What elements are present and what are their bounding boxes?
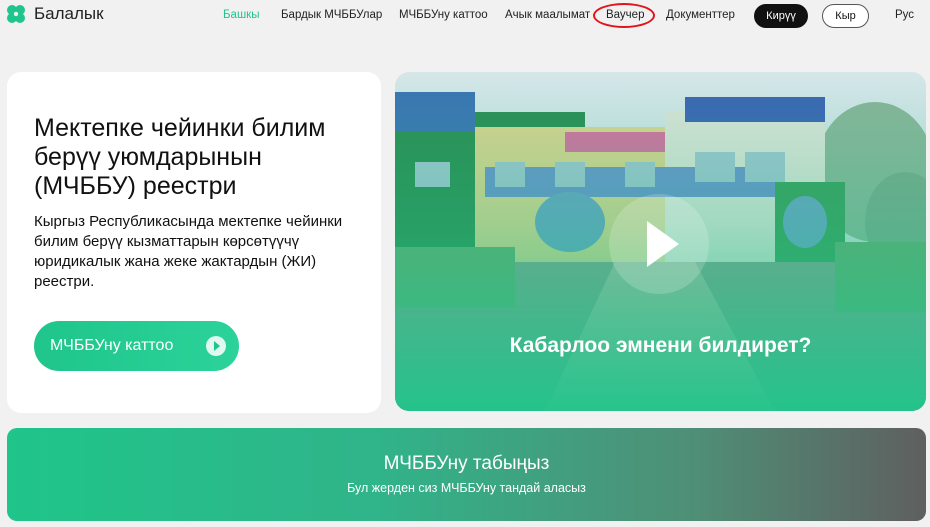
page-title: Мектепке чейинки билим берүү уюмдарынын …	[34, 114, 326, 200]
nav-open-data[interactable]: Ачык маалымат	[505, 9, 590, 21]
logo[interactable]: Балалык	[6, 4, 104, 24]
hero-description: Кыргыз Республикасында мектепке чейинки …	[34, 213, 343, 290]
play-icon[interactable]	[609, 194, 709, 294]
voucher-highlight-ring	[593, 3, 655, 28]
register-button-label: МЧББУну каттоо	[50, 337, 174, 354]
nav-documents[interactable]: Документтер	[666, 9, 735, 21]
login-button[interactable]: Кирүү	[754, 4, 808, 28]
clover-logo-icon	[6, 4, 26, 24]
find-organization-banner[interactable]: МЧББУну табыңыз Бул жерден сиз МЧББУну т…	[7, 428, 926, 521]
header: Балалык Башкы Бардык МЧББУлар МЧББУну ка…	[0, 0, 930, 32]
banner-title: МЧББУну табыңыз	[383, 453, 550, 474]
language-rus-link[interactable]: Рус	[895, 9, 914, 21]
play-arrow-icon	[206, 336, 226, 356]
nav-home[interactable]: Башкы	[223, 9, 259, 21]
nav-all-organizations[interactable]: Бардык МЧББУлар	[281, 9, 382, 21]
banner-subtitle: Бул жерден сиз МЧББУну тандай аласыз	[347, 481, 586, 495]
hero-card: Мектепке чейинки билим берүү уюмдарынын …	[7, 72, 381, 413]
video-card[interactable]: Кабарлоо эмнени билдирет?	[395, 72, 926, 411]
register-button[interactable]: МЧББУну каттоо	[34, 321, 239, 371]
nav-register[interactable]: МЧББУну каттоо	[399, 9, 488, 21]
logo-text: Балалык	[34, 4, 104, 23]
language-kyr-button[interactable]: Кыр	[822, 4, 869, 28]
video-caption: Кабарлоо эмнени билдирет?	[509, 334, 812, 357]
